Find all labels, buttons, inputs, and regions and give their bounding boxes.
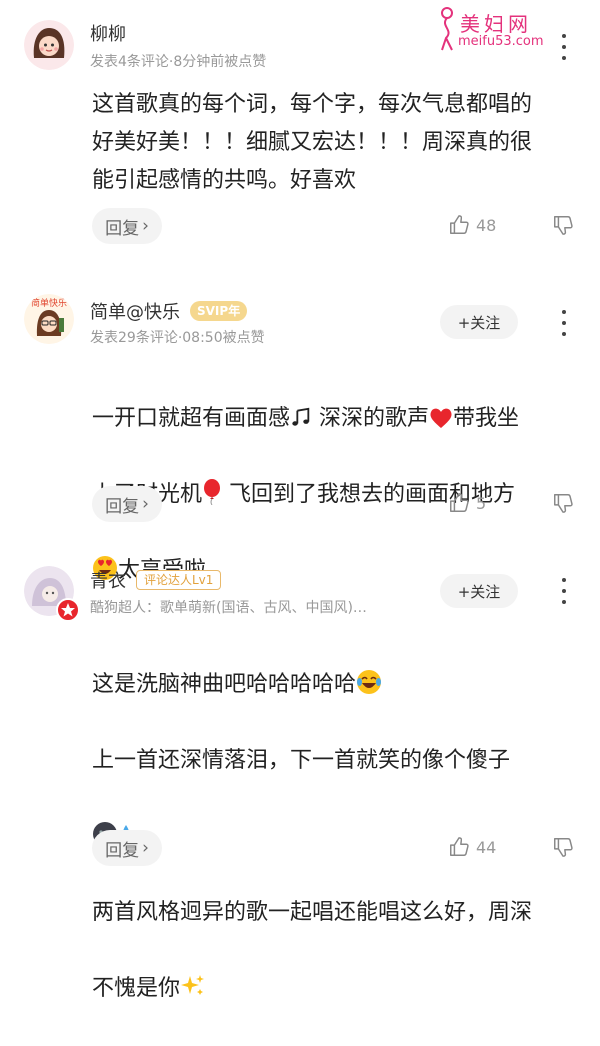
reply-label: 回复 [105,840,140,861]
dislike-button[interactable] [552,214,574,240]
talent-badge: 评论达人Lv1 [136,570,222,590]
comment-line: 两首风格迥异的歌一起唱还能唱这么好，周深 [92,900,533,925]
like-button[interactable]: 48 [448,214,496,236]
more-icon[interactable] [554,310,574,336]
thumb-down-icon [554,838,573,857]
reply-label: 回复 [105,218,140,239]
sparkles-emoji [181,975,205,995]
dislike-button[interactable] [552,836,574,862]
reply-button[interactable]: 回复 › [92,486,162,522]
comment-line: 上一首还深情落泪，下一首就笑的像个傻子 [92,748,511,773]
like-count: 44 [476,837,497,857]
balloon-emoji [204,479,221,505]
comment-meta: 发表4条评论·8分钟前被点赞 [90,54,267,70]
like-count: 5 [476,493,487,513]
more-icon[interactable] [554,34,574,60]
comment-meta: 酷狗超人：歌单萌新(国语、古风、中国风)… [90,600,367,616]
avatar[interactable]: 简单快乐 [24,294,74,344]
follow-button[interactable]: +关注 [440,574,518,608]
thumb-up-icon [450,215,469,234]
svip-badge-label: SVIP年 [197,304,241,318]
thumb-down-icon [554,216,573,235]
comment-line: 深深的歌声 [319,406,430,431]
reply-button[interactable]: 回复 › [92,208,162,244]
username[interactable]: 青衣 [90,567,126,593]
music-note-emoji [292,407,310,426]
watermark-title: 美妇网 [460,12,532,36]
like-button[interactable]: 5 [448,492,486,514]
follow-button[interactable]: +关注 [440,305,518,339]
comment-meta: 发表29条评论·08:50被点赞 [90,330,265,346]
comment-line: 能引起感情的共鸣。好喜欢 [92,168,357,193]
name-row: 青衣 评论达人Lv1 [90,567,222,593]
name-row: 柳柳 [90,20,126,46]
username[interactable]: 简单@快乐 [90,298,180,324]
avatar-text: 简单快乐 [31,297,67,309]
comment-text: 这首歌真的每个词，每个字，每次气息都唱的 好美好美！！！细腻又宏达！！！周深真的… [92,86,580,200]
comment-line: 这是洗脑神曲吧哈哈哈哈哈 [92,672,357,697]
username[interactable]: 柳柳 [90,20,126,46]
tears-of-joy-emoji [357,670,382,694]
heart-emoji [430,408,452,428]
comment-line: 一开口就超有画面感 [92,406,291,431]
star-icon [61,603,75,617]
vip-star-badge [56,598,80,622]
svip-badge: SVIP年 [190,301,248,321]
comment-line: 好美好美！！！细腻又宏达！！！周深真的很 [92,130,533,155]
reply-label: 回复 [105,496,140,517]
thumb-up-icon [450,493,469,512]
dislike-button[interactable] [552,492,574,518]
like-button[interactable]: 44 [448,836,496,858]
watermark-url: meifu53.com [458,34,544,49]
thumb-up-icon [450,837,469,856]
thumb-down-icon [554,494,573,513]
comment-text: 这是洗脑神曲吧哈哈哈哈哈 上一首还深情落泪，下一首就笑的像个傻子 两首风格迥异的… [92,628,580,1046]
comment-line: 不愧是你 [92,976,181,1001]
comment-line: 这首歌真的每个词，每个字，每次气息都唱的 [92,92,533,117]
like-count: 48 [476,215,497,235]
name-row: 简单@快乐 SVIP年 [90,298,248,324]
comment-line: 带我坐 [453,406,520,431]
avatar[interactable] [24,20,74,70]
reply-button[interactable]: 回复 › [92,830,162,866]
more-icon[interactable] [554,578,574,604]
